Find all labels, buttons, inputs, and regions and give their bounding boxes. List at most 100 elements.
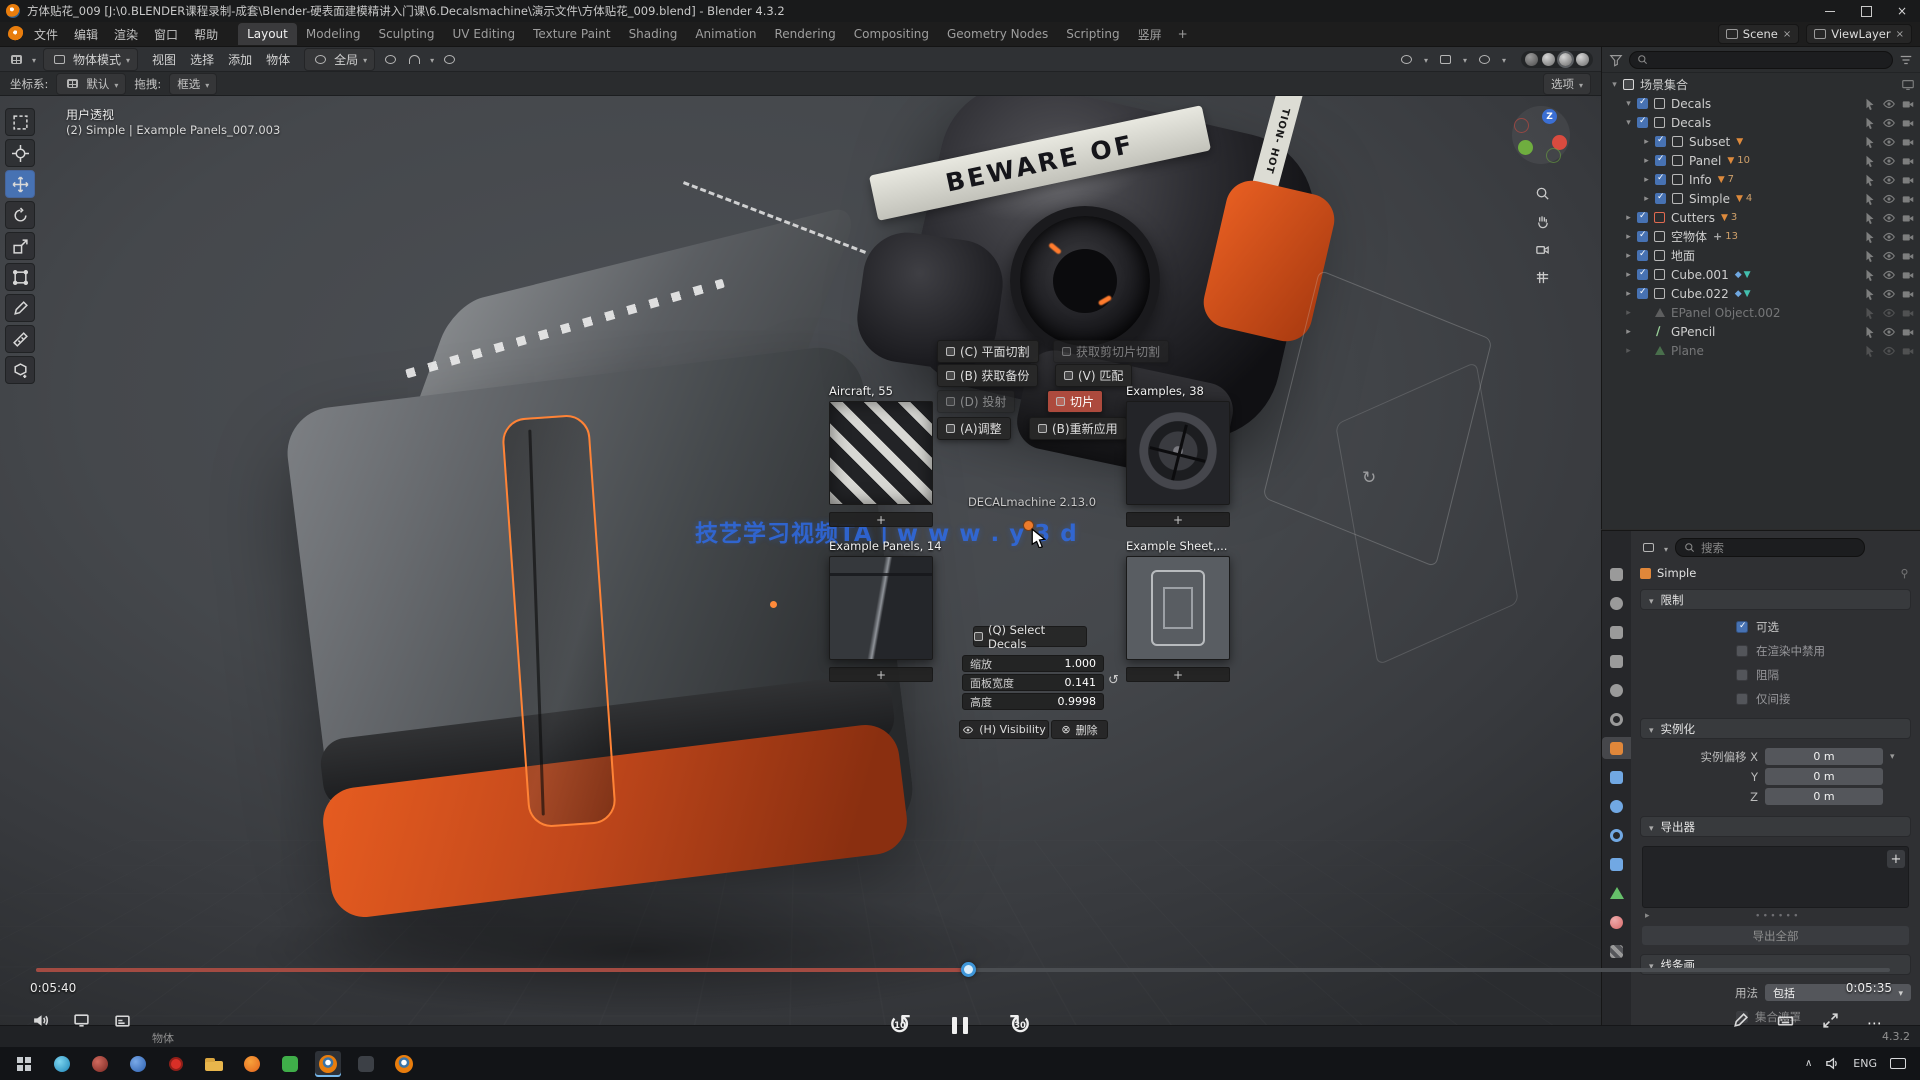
taskbar-app-icon[interactable]: [391, 1051, 417, 1077]
pie-option[interactable]: (D) 投射: [937, 390, 1015, 413]
hide-eye-icon[interactable]: [1882, 116, 1896, 130]
expand-arrow-icon[interactable]: ▸: [1622, 346, 1635, 356]
checkbox[interactable]: [1736, 621, 1748, 633]
outliner-row[interactable]: ▸ 空物体 13: [1602, 227, 1920, 246]
add-decal-button[interactable]: +: [829, 667, 933, 682]
display-button[interactable]: [73, 1012, 90, 1033]
player-timeline[interactable]: [36, 968, 1890, 972]
add-decal-button[interactable]: +: [1126, 512, 1230, 527]
workspace-tab[interactable]: Texture Paint: [524, 23, 619, 45]
pie-option[interactable]: (B) 获取备份: [937, 364, 1038, 387]
outliner-search-input[interactable]: [1629, 51, 1893, 69]
filter-options-icon[interactable]: [1899, 53, 1913, 67]
hide-eye-icon[interactable]: [1882, 344, 1896, 358]
outliner-row[interactable]: ▸ Panel 10: [1602, 151, 1920, 170]
checkbox-row[interactable]: 阻隔: [1736, 667, 1911, 683]
taskbar-app-icon[interactable]: [125, 1051, 151, 1077]
3d-viewport[interactable]: BEWARE OF TION- HOT: [0, 96, 1601, 1025]
wireframe-shading-button[interactable]: [1525, 53, 1538, 66]
pie-option[interactable]: (B)重新应用: [1029, 417, 1127, 440]
overlays-icon[interactable]: [1476, 52, 1493, 67]
hide-eye-icon[interactable]: [1882, 268, 1896, 282]
workspace-tab[interactable]: Shading: [620, 23, 687, 45]
expand-arrow-icon[interactable]: ▾: [1622, 99, 1635, 109]
snap-magnet-icon[interactable]: [406, 52, 423, 67]
workspace-tab[interactable]: Rendering: [766, 23, 845, 45]
selectable-toggle-icon[interactable]: [1863, 230, 1877, 244]
orientation-setting-dropdown[interactable]: 默认: [56, 73, 126, 95]
selectable-toggle-icon[interactable]: [1863, 135, 1877, 149]
pie-value-slider[interactable]: 缩放 1.000: [962, 655, 1104, 672]
taskbar-app-icon[interactable]: [163, 1051, 189, 1077]
outliner-row[interactable]: ▾ Decals: [1602, 94, 1920, 113]
render-camera-icon[interactable]: [1901, 173, 1915, 187]
select-decals-button[interactable]: (Q) Select Decals: [973, 626, 1087, 647]
viewport-menu-item[interactable]: 添加: [221, 49, 259, 70]
render-camera-icon[interactable]: [1901, 344, 1915, 358]
close-button[interactable]: ×: [1884, 0, 1920, 22]
hide-eye-icon[interactable]: [1882, 230, 1896, 244]
add-workspace-button[interactable]: +: [1171, 23, 1195, 45]
hide-eye-icon[interactable]: [1882, 249, 1896, 263]
language-indicator[interactable]: ENG: [1853, 1057, 1877, 1070]
collection-checkbox[interactable]: [1637, 231, 1648, 242]
options-dropdown[interactable]: 选项: [1543, 73, 1591, 95]
pie-option[interactable]: (C) 平面切割: [937, 340, 1039, 363]
taskbar-app-icon[interactable]: [277, 1051, 303, 1077]
decal-thumbnail[interactable]: [1126, 556, 1230, 660]
render-camera-icon[interactable]: [1901, 135, 1915, 149]
expand-arrow-icon[interactable]: ▸: [1622, 327, 1635, 337]
pie-option[interactable]: 切片: [1047, 390, 1103, 413]
properties-tab-physics[interactable]: [1602, 824, 1631, 846]
taskbar-app-icon[interactable]: [11, 1051, 37, 1077]
editor-type-icon[interactable]: [8, 52, 25, 67]
scene-unlink-icon[interactable]: ×: [1783, 29, 1791, 40]
render-camera-icon[interactable]: [1901, 154, 1915, 168]
blender-menu-icon[interactable]: [8, 26, 24, 42]
hide-eye-icon[interactable]: [1882, 287, 1896, 301]
filter-funnel-icon[interactable]: [1609, 53, 1623, 67]
expand-arrow-icon[interactable]: ▸: [1622, 232, 1635, 242]
viewlayer-unlink-icon[interactable]: ×: [1896, 29, 1904, 40]
pie-option[interactable]: (V) 匹配: [1055, 364, 1132, 387]
hide-eye-icon[interactable]: [1882, 192, 1896, 206]
selectable-toggle-icon[interactable]: [1863, 116, 1877, 130]
outliner-row-scene-collection[interactable]: ▾ 场景集合: [1602, 75, 1920, 94]
workspace-tab[interactable]: Animation: [686, 23, 765, 45]
fullscreen-button[interactable]: [1822, 1012, 1839, 1033]
checkbox-row[interactable]: 仅间接: [1736, 691, 1911, 707]
expand-arrow-icon[interactable]: ▸: [1640, 156, 1653, 166]
hide-eye-icon[interactable]: [1882, 211, 1896, 225]
outliner-row[interactable]: ▸ GPencil: [1602, 322, 1920, 341]
hide-eye-icon[interactable]: [1882, 154, 1896, 168]
menu-item[interactable]: 窗口: [146, 23, 186, 46]
collection-checkbox[interactable]: [1637, 250, 1648, 261]
expand-arrow-icon[interactable]: ▸: [1622, 270, 1635, 280]
properties-tab-texture[interactable]: [1602, 940, 1631, 962]
viewlayer-selector[interactable]: ViewLayer ×: [1806, 24, 1912, 44]
outliner-row[interactable]: ▸ Simple 4: [1602, 189, 1920, 208]
selectable-toggle-icon[interactable]: [1863, 249, 1877, 263]
taskbar-app-icon[interactable]: [353, 1051, 379, 1077]
keyboard-button[interactable]: [1777, 1012, 1794, 1033]
collection-checkbox[interactable]: [1637, 117, 1648, 128]
pie-value-slider[interactable]: 高度 0.9998: [962, 693, 1104, 710]
proportional-editing-icon[interactable]: [441, 52, 458, 67]
properties-tab-output[interactable]: [1602, 621, 1631, 643]
rewind-10-button[interactable]: ↺ 10: [884, 1009, 916, 1041]
taskbar-app-icon[interactable]: [201, 1051, 227, 1077]
render-camera-icon[interactable]: [1901, 325, 1915, 339]
checkbox-row[interactable]: 可选: [1736, 619, 1911, 635]
taskbar-app-icon[interactable]: [49, 1051, 75, 1077]
exporters-list-box[interactable]: +: [1642, 846, 1909, 908]
collection-checkbox[interactable]: [1637, 288, 1648, 299]
volume-button[interactable]: [32, 1012, 49, 1033]
properties-tab-world[interactable]: [1602, 708, 1631, 730]
outliner-row[interactable]: ▸ Cutters 3: [1602, 208, 1920, 227]
selectable-toggle-icon[interactable]: [1863, 97, 1877, 111]
outliner-row[interactable]: ▸ EPanel Object.002: [1602, 303, 1920, 322]
outliner-row[interactable]: ▾ Decals: [1602, 113, 1920, 132]
checkbox[interactable]: [1736, 645, 1748, 657]
more-options-button[interactable]: ⋯: [1867, 1014, 1884, 1032]
viewport-menu-item[interactable]: 选择: [183, 49, 221, 70]
